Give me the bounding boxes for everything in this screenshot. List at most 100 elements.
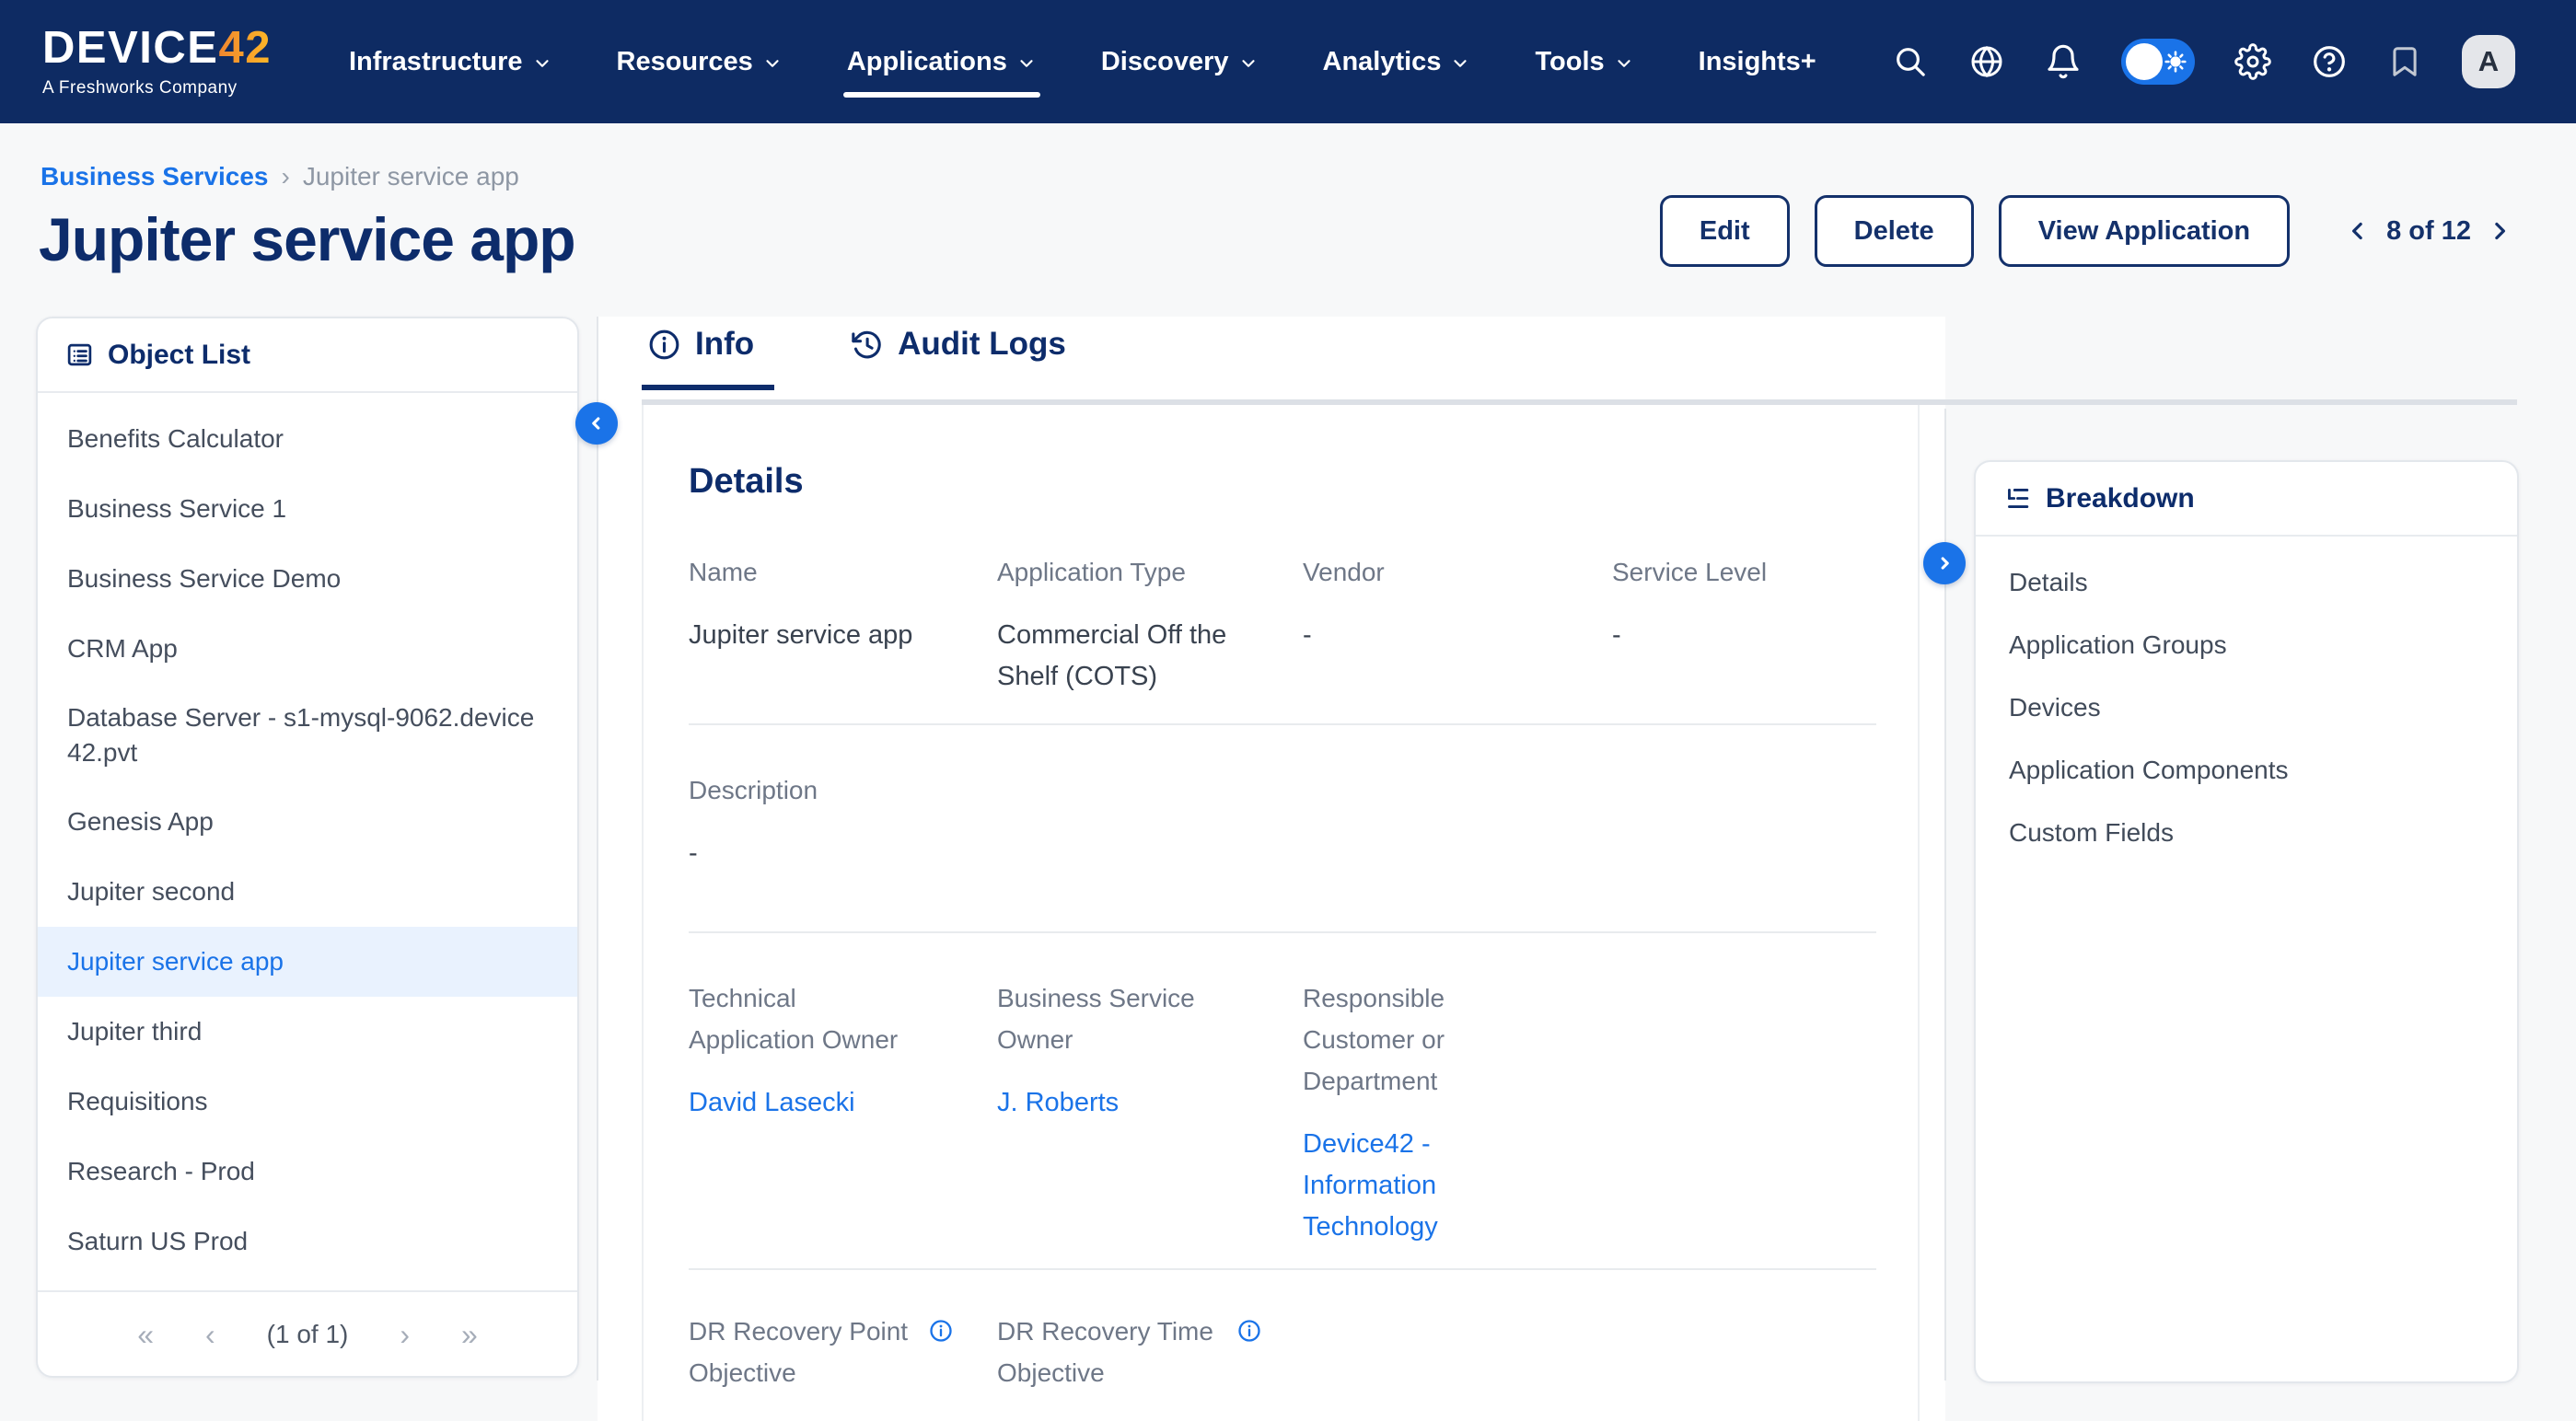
nav-item-label: Applications [847,47,1007,77]
list-item[interactable]: Genesis App [38,787,577,857]
object-list-pagination: « ‹ (1 of 1) › » [38,1290,577,1376]
breakdown-item-custom-fields[interactable]: Custom Fields [1976,802,2517,864]
chevron-down-icon [532,53,552,74]
list-item[interactable]: Saturn US Prod [38,1207,577,1277]
list-item[interactable]: CRM App [38,614,577,684]
view-application-button[interactable]: View Application [1999,195,2290,267]
tab-audit-logs[interactable]: Audit Logs [844,326,1086,385]
field-label: Application Type [997,551,1227,593]
nav-item-analytics[interactable]: Analytics [1323,0,1471,123]
info-tooltip-icon[interactable] [1236,1318,1262,1344]
department-link[interactable]: Device42 - Information Technology [1303,1124,1524,1248]
brand-part1: DEVIC [42,23,187,73]
breakdown-item-details[interactable]: Details [1976,551,2517,614]
field-dr-recovery-point-objective: DR Recovery Point Objective 1w 5d 12h [689,1311,997,1421]
nav-item-label: Analytics [1323,47,1442,77]
list-item[interactable]: Research - Prod [38,1137,577,1207]
main-menu: Infrastructure Resources Applications Di… [349,0,1816,123]
header-actions: Edit Delete View Application 8 of 12 [1660,195,2513,267]
nav-item-infrastructure[interactable]: Infrastructure [349,0,552,123]
field-application-type: Application Type Commercial Off the Shel… [997,551,1303,698]
help-icon[interactable] [2311,43,2348,80]
object-list-header: Object List [38,318,577,393]
field-value: Commercial Off the Shelf (COTS) [997,615,1264,698]
globe-icon[interactable] [1968,43,2005,80]
field-label: Name [689,551,919,593]
field-label: Business Service Owner [997,977,1227,1060]
info-icon [647,328,681,362]
field-label: Vendor [1303,551,1533,593]
first-page-icon[interactable]: « [137,1320,154,1349]
field-label: Service Level [1612,551,1842,593]
chevron-down-icon [1238,53,1259,74]
bookmark-icon[interactable] [2387,44,2422,79]
chevron-down-icon [1450,53,1470,74]
edit-button[interactable]: Edit [1660,195,1790,267]
field-value: - [1612,615,1874,656]
section-divider [689,931,1876,933]
last-page-icon[interactable]: » [461,1320,478,1349]
field-label: Description [689,769,919,811]
bell-icon[interactable] [2045,43,2082,80]
breadcrumb-business-services[interactable]: Business Services [41,162,269,191]
chevron-down-icon [1016,53,1037,74]
gear-icon[interactable] [2234,43,2271,80]
nav-item-tools[interactable]: Tools [1535,0,1633,123]
previous-page-icon[interactable]: ‹ [205,1320,215,1349]
page-indicator: (1 of 1) [267,1320,349,1349]
search-icon[interactable] [1892,43,1929,80]
object-list-panel: Object List Benefits Calculator Business… [36,317,579,1378]
info-tooltip-icon[interactable] [928,1318,954,1344]
owner-link[interactable]: J. Roberts [997,1082,1218,1124]
list-item-selected[interactable]: Jupiter service app [38,927,577,997]
nav-item-label: Tools [1535,47,1604,77]
brand-part3: 42 [218,23,272,73]
theme-toggle[interactable] [2121,39,2195,85]
nav-item-insights-plus[interactable]: Insights+ [1699,0,1816,123]
list-item[interactable]: Jupiter second [38,857,577,927]
device42-logo[interactable]: DEVICE42 A Freshworks Company [42,26,272,98]
field-dr-recovery-time-objective: DR Recovery Time Objective 2d 12h [997,1311,1303,1421]
list-item[interactable]: Business Service Demo [38,544,577,614]
next-record-icon[interactable] [2486,217,2513,245]
nav-item-discovery[interactable]: Discovery [1101,0,1259,123]
list-item[interactable]: Benefits Calculator [38,404,577,474]
object-list-title: Object List [108,340,250,371]
user-avatar[interactable]: A [2462,35,2515,88]
field-value: 2d 12h [997,1415,1264,1421]
breakdown-header: Breakdown [1976,462,2517,537]
breadcrumb-current: Jupiter service app [303,162,519,191]
breakdown-item-application-groups[interactable]: Application Groups [1976,614,2517,676]
info-panel: Details Name Jupiter service app Applica… [642,405,1920,1421]
breadcrumb-separator: › [282,162,290,191]
collapse-sidebar-button[interactable] [575,402,618,445]
delete-button[interactable]: Delete [1815,195,1974,267]
nav-item-applications[interactable]: Applications [847,0,1037,123]
nav-item-resources[interactable]: Resources [617,0,783,123]
breakdown-item-devices[interactable]: Devices [1976,676,2517,739]
field-business-service-owner: Business Service Owner J. Roberts [997,977,1303,1248]
field-value: - [689,833,956,874]
field-label: Technical Application Owner [689,977,919,1060]
list-item[interactable]: Requisitions [38,1067,577,1137]
tab-info[interactable]: Info [642,326,774,390]
list-item[interactable]: Jupiter third [38,997,577,1067]
details-heading: Details [689,462,1874,502]
tab-label: Audit Logs [898,326,1066,363]
record-pager: 8 of 12 [2344,216,2513,247]
next-page-icon[interactable]: › [400,1320,410,1349]
field-label: Responsible Customer or Department [1303,977,1533,1102]
chevron-down-icon [762,53,783,74]
previous-record-icon[interactable] [2344,217,2372,245]
field-label: DR Recovery Point Objective [689,1311,919,1393]
breakdown-tree-icon [2003,484,2032,513]
owner-link[interactable]: David Lasecki [689,1082,910,1124]
navbar-actions: A [1892,35,2515,88]
list-item[interactable]: Business Service 1 [38,474,577,544]
list-item[interactable]: Database Server - s1-mysql-9062.device42… [38,684,577,787]
left-panel-divider [597,317,598,1381]
breakdown-item-application-components[interactable]: Application Components [1976,739,2517,802]
field-technical-application-owner: Technical Application Owner David Laseck… [689,977,997,1248]
collapse-breakdown-button[interactable] [1923,542,1966,584]
field-value: Jupiter service app [689,615,956,656]
